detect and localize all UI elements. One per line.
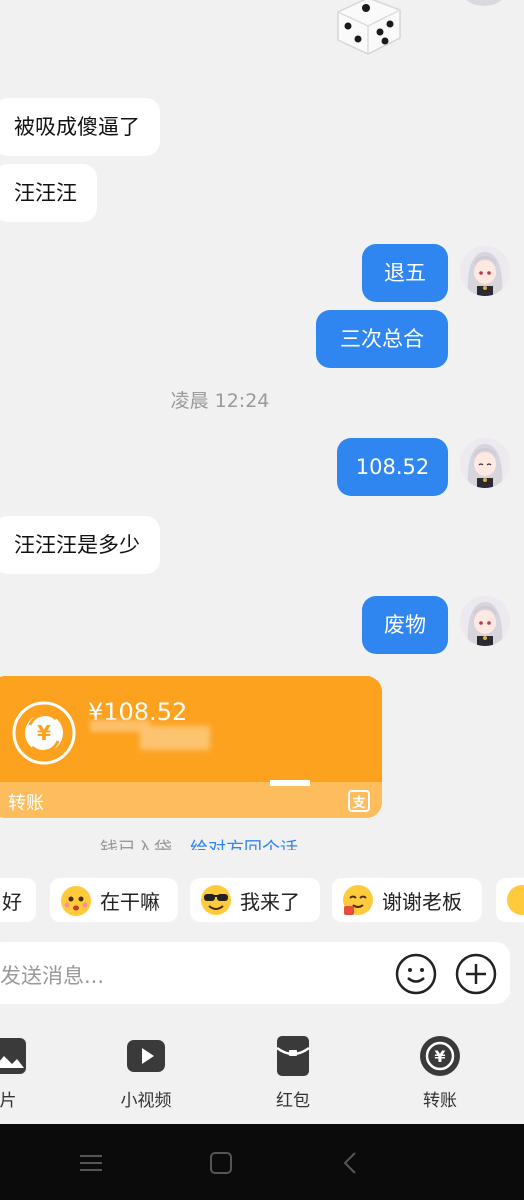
toolbar-label: 转账 [423, 1091, 457, 1111]
emoji-button[interactable] [394, 952, 438, 996]
avatar[interactable] [460, 0, 508, 6]
sunglasses-emoji-icon [201, 885, 231, 915]
curious-emoji-icon [61, 886, 91, 916]
red-packet-icon [276, 1036, 310, 1076]
received-text: 钱已入袋 [100, 839, 172, 850]
toolbar-item-video[interactable]: 小视频 [106, 1034, 186, 1111]
message-bubble[interactable]: 108.52 [337, 438, 448, 496]
reply-link[interactable]: 给对方回个话 [190, 839, 298, 850]
quick-reply-chip[interactable] [496, 878, 524, 922]
back-icon[interactable] [336, 1148, 366, 1178]
quick-reply-chip[interactable]: 好 [0, 878, 36, 922]
chip-label: 在干嘛 [100, 889, 160, 914]
svg-text:¥: ¥ [37, 721, 51, 745]
chip-label: 谢谢老板 [382, 889, 462, 914]
message-bubble[interactable]: 三次总合 [316, 310, 448, 368]
blurred-text [140, 726, 210, 750]
quick-reply-chip[interactable]: 谢谢老板 [332, 878, 482, 922]
toolbar-label: 片 [0, 1091, 17, 1111]
quick-reply-chip[interactable]: 我来了 [190, 878, 320, 922]
chat-screen: 被吸成傻逼了 汪汪汪 退五 三次总合 凌晨 12:24 108.52 汪汪汪是多… [0, 0, 524, 1200]
message-bubble[interactable]: 被吸成傻逼了 [0, 98, 160, 156]
message-bubble[interactable]: 汪汪汪是多少 [0, 516, 160, 574]
transfer-card-footer [0, 782, 382, 818]
dice-sticker [328, 0, 410, 56]
image-icon [0, 1038, 26, 1074]
transfer-label: 转账 [8, 793, 44, 814]
toolbar-item-image[interactable]: 片 [0, 1034, 48, 1111]
toolbar-item-transfer[interactable]: ¥ 转账 [400, 1034, 480, 1111]
transfer-icon: ¥ [420, 1036, 460, 1076]
toolbar-label: 红包 [276, 1091, 310, 1111]
message-bubble[interactable]: 退五 [362, 244, 448, 302]
add-button[interactable] [454, 952, 498, 996]
avatar[interactable] [460, 596, 510, 646]
video-icon [127, 1040, 165, 1072]
message-input-placeholder: 发送消息... [0, 964, 105, 988]
message-bubble[interactable]: 汪汪汪 [0, 164, 97, 222]
blurred-text [270, 780, 310, 786]
toolbar-label: 小视频 [120, 1091, 172, 1111]
home-icon[interactable] [206, 1148, 236, 1178]
avatar[interactable] [460, 438, 510, 488]
chip-label: 好 [2, 889, 22, 914]
transfer-coin-icon: ¥ [12, 701, 76, 765]
toolbar-item-red-packet[interactable]: 红包 [253, 1034, 333, 1111]
transfer-received-notice: 钱已入袋 给对方回个话 [100, 836, 298, 850]
message-bubble[interactable]: 废物 [362, 596, 448, 654]
chip-label: 我来了 [240, 889, 300, 914]
svg-text:¥: ¥ [434, 1047, 445, 1066]
alipay-icon: 支 [348, 790, 370, 812]
emoji-icon [507, 885, 524, 915]
thanks-emoji-icon [343, 885, 373, 915]
transfer-card[interactable]: ¥ ¥108.52 转账 支 [0, 676, 382, 818]
avatar[interactable] [460, 246, 510, 296]
menu-icon[interactable] [76, 1148, 106, 1178]
timestamp: 凌晨 12:24 [170, 390, 270, 412]
quick-reply-chip[interactable]: 在干嘛 [50, 878, 178, 922]
